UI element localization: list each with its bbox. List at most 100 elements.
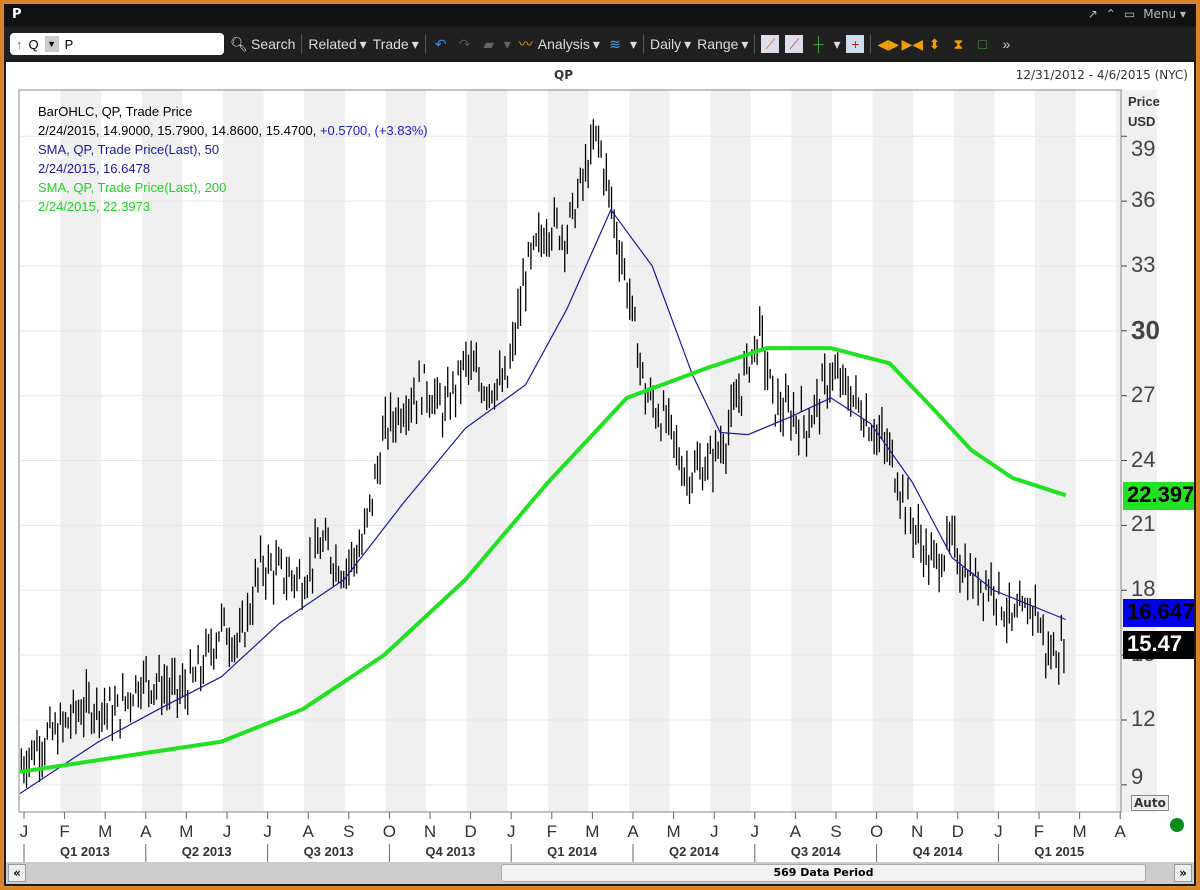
- month-tick-label: J: [994, 822, 1003, 841]
- maximize-icon[interactable]: ▭: [1124, 7, 1135, 21]
- y-tick-label: 39: [1131, 136, 1156, 161]
- search-button[interactable]: 🔍︎ Search: [230, 35, 295, 53]
- month-tick-label: A: [789, 822, 802, 841]
- chart-panel: QP 12/31/2012 - 4/6/2015 (NYC) BarOHLC, …: [6, 62, 1194, 862]
- y-tick-label: 33: [1131, 251, 1156, 277]
- analysis-icon: 〰: [518, 36, 533, 52]
- divider: [870, 34, 872, 54]
- quarter-tick-label: Q1 2015: [1034, 844, 1085, 859]
- y-tick-label: 9: [1131, 764, 1144, 789]
- compress-vertical-icon[interactable]: ⧗: [949, 35, 967, 53]
- sma200-badge: 22.397: [1123, 482, 1194, 510]
- y-tick-label: 12: [1131, 706, 1156, 731]
- y-tick-label: 24: [1131, 446, 1156, 472]
- legend-sma200-value: 2/24/2015, 22.3973: [38, 199, 151, 214]
- ticker-input[interactable]: ↑ Q ▼ P: [10, 33, 224, 55]
- status-indicator: [1170, 818, 1184, 832]
- quarter-tick-label: Q4 2013: [425, 844, 476, 859]
- quarter-tick-label: Q2 2013: [181, 844, 232, 859]
- scrollbar-thumb[interactable]: 569 Data Period: [501, 864, 1146, 882]
- month-tick-label: J: [19, 822, 29, 841]
- line-chart-icon[interactable]: ⟋: [761, 35, 780, 53]
- expand-vertical-icon[interactable]: ⬍: [925, 35, 943, 53]
- search-icon: 🔍︎: [230, 36, 248, 52]
- quarter-tick-label: Q3 2013: [303, 844, 354, 859]
- crosshair-icon[interactable]: ┼: [809, 35, 827, 53]
- popout-icon[interactable]: ↗: [1088, 7, 1098, 21]
- analysis-label: Analysis: [537, 36, 590, 52]
- trade-menu[interactable]: Trade ▾: [373, 36, 419, 53]
- price-label: Price: [1128, 94, 1160, 109]
- daily-menu[interactable]: Daily ▾: [650, 36, 691, 53]
- range-label: Range: [697, 36, 739, 52]
- month-tick-label: A: [627, 822, 639, 841]
- select-icon[interactable]: □: [973, 35, 991, 53]
- month-tick-label: F: [59, 822, 70, 841]
- search-label: Search: [251, 36, 296, 52]
- compare-chart-icon[interactable]: ⟋: [785, 35, 804, 53]
- month-shade: [629, 90, 670, 812]
- scroll-end-button[interactable]: »: [1174, 864, 1192, 882]
- month-tick-label: J: [506, 822, 516, 841]
- toolbar: ↑ Q ▼ P 🔍︎ Search Related ▾ Trade ▾ ↶ ↷ ▰…: [4, 28, 1196, 60]
- compress-horizontal-icon[interactable]: ▶◀: [901, 35, 923, 53]
- analysis-menu[interactable]: 〰 Analysis ▾: [517, 35, 600, 53]
- quarter-tick-label: Q2 2014: [668, 844, 719, 859]
- month-tick-label: J: [709, 822, 719, 841]
- month-shade: [1035, 90, 1076, 812]
- sma50-badge: 16.647: [1123, 599, 1194, 627]
- title-bar: P ↗ ⌃ ▭ Menu ▾: [4, 4, 1196, 26]
- legend-sma50-title: SMA, QP, Trade Price(Last), 50: [38, 142, 220, 157]
- month-tick-label: S: [343, 822, 355, 841]
- related-menu[interactable]: Related ▾: [308, 36, 366, 53]
- y-tick-label: 30: [1131, 314, 1160, 345]
- month-tick-label: O: [382, 822, 397, 841]
- divider: [301, 34, 303, 54]
- folder-icon[interactable]: ▰: [480, 35, 498, 53]
- quarter-tick-label: Q4 2014: [912, 844, 963, 859]
- month-tick-label: A: [1114, 822, 1126, 841]
- divider: [424, 34, 426, 54]
- month-tick-label: A: [140, 822, 152, 841]
- time-scrollbar[interactable]: « 569 Data Period »: [6, 862, 1194, 884]
- ohlc-values: 2/24/2015, 14.9000, 15.7900, 14.8600, 15…: [38, 123, 320, 138]
- ticker-value[interactable]: P: [65, 37, 74, 52]
- menu-button[interactable]: Menu ▾: [1143, 7, 1186, 21]
- divider: [754, 34, 756, 54]
- quarter-tick-label: Q1 2014: [547, 844, 598, 859]
- more-icon[interactable]: »: [997, 35, 1015, 53]
- month-tick-label: D: [464, 822, 477, 841]
- month-tick-label: A: [302, 822, 314, 841]
- collapse-icon[interactable]: ⌃: [1106, 7, 1116, 21]
- expand-horizontal-icon[interactable]: ◀▶: [877, 35, 899, 53]
- legend-sma200-title: SMA, QP, Trade Price(Last), 200: [38, 180, 227, 195]
- auto-scale-button[interactable]: Auto: [1131, 795, 1169, 811]
- scroll-start-button[interactable]: «: [8, 864, 26, 882]
- quarter-tick-label: Q1 2013: [59, 844, 110, 859]
- change-value: +0.5700, (+3.83%): [319, 123, 428, 138]
- y-tick-label: 36: [1131, 187, 1156, 213]
- currency-label: USD: [1128, 114, 1156, 129]
- chart-legend: BarOHLC, QP, Trade Price 2/24/2015, 14.9…: [38, 102, 428, 216]
- waves-icon[interactable]: ≋: [606, 35, 624, 53]
- month-tick-label: F: [1033, 822, 1045, 841]
- month-tick-label: D: [951, 822, 964, 841]
- month-shade: [710, 90, 751, 812]
- month-shade: [466, 90, 508, 812]
- y-axis-title: Price USD: [1128, 92, 1160, 132]
- undo-icon[interactable]: ↶: [432, 35, 450, 53]
- zoom-box-icon[interactable]: +: [846, 35, 865, 53]
- month-tick-label: O: [869, 822, 884, 841]
- window-title: P: [12, 7, 22, 22]
- range-menu[interactable]: Range ▾: [697, 36, 748, 53]
- month-tick-label: M: [666, 822, 681, 841]
- ticker-dropdown[interactable]: ▼: [44, 36, 59, 52]
- legend-price-values: 2/24/2015, 14.9000, 15.7900, 14.8600, 15…: [38, 121, 428, 140]
- related-label: Related: [308, 36, 357, 52]
- month-tick-label: M: [585, 822, 600, 841]
- legend-price-title: BarOHLC, QP, Trade Price: [38, 104, 193, 119]
- month-tick-label: F: [546, 822, 557, 841]
- redo-icon[interactable]: ↷: [456, 35, 474, 53]
- y-tick-label: 27: [1131, 381, 1156, 407]
- legend-sma50-value: 2/24/2015, 16.6478: [38, 161, 151, 176]
